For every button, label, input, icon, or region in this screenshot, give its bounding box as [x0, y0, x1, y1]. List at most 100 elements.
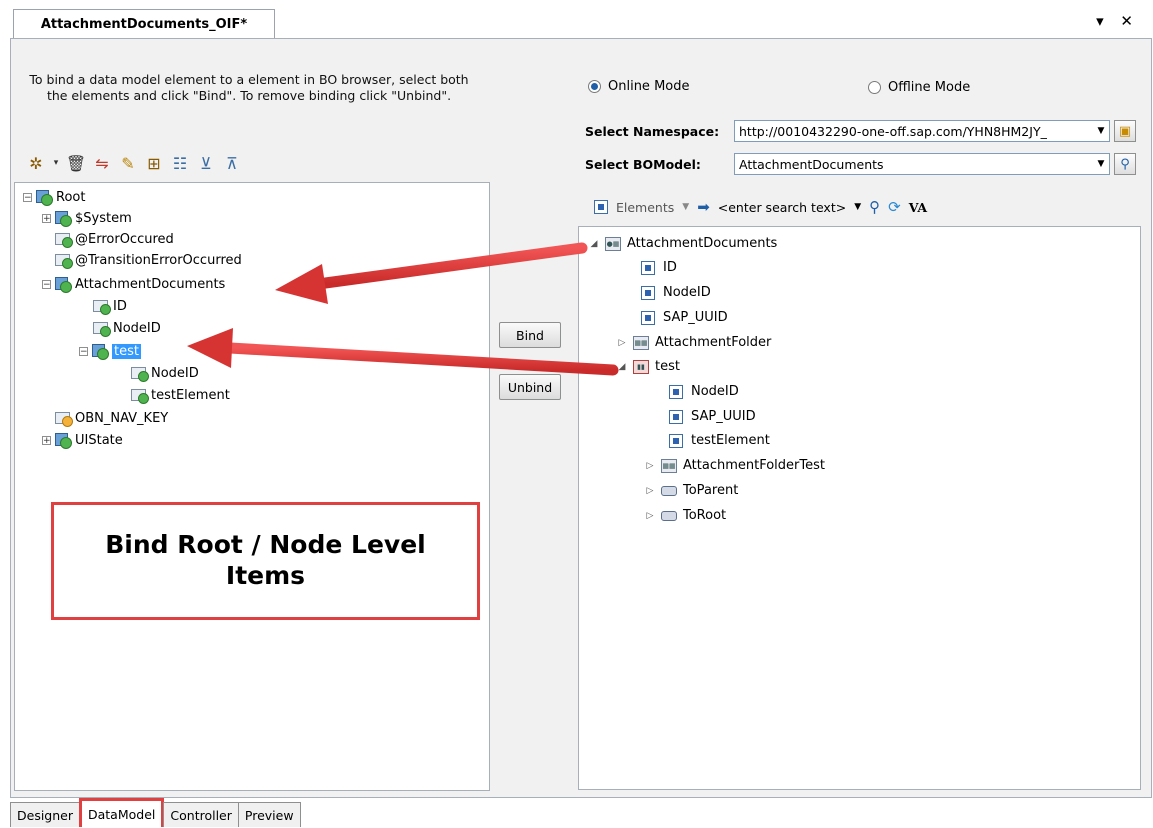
element-icon [641, 310, 655, 325]
tab-preview[interactable]: Preview [237, 802, 301, 827]
element-icon [669, 433, 683, 448]
tree-node-attachment-documents[interactable]: − AttachmentDocuments [42, 276, 225, 293]
namespace-select[interactable]: http://0010432290-one-off.sap.com/YHN8HM… [734, 120, 1110, 142]
expand-toggle[interactable]: + [42, 213, 51, 223]
tab-designer[interactable]: Designer [10, 802, 80, 827]
namespace-browse-icon: ▣ [1118, 123, 1132, 139]
search-icon: ⚲ [1120, 156, 1130, 172]
new-icon[interactable]: ✲ [26, 153, 46, 173]
bo-node-test[interactable]: ◢ ▮▮ test [617, 359, 680, 374]
window-controls[interactable]: ▾ ✕ [1096, 12, 1139, 30]
tree-node-system[interactable]: + $System [42, 210, 132, 227]
bomodel-select[interactable]: AttachmentDocuments ▼ [734, 153, 1110, 175]
tree-node-node-id[interactable]: NodeID [93, 320, 161, 337]
tab-datamodel[interactable]: DataModel [79, 798, 165, 827]
bo-browser-toolbar: Elements ▼ ➡ <enter search text> ▼ ⚲ ⟳ V… [580, 188, 1140, 226]
field-icon [55, 410, 73, 427]
tree-node-transition-error[interactable]: @TransitionErrorOccurred [55, 252, 242, 269]
elements-filter[interactable]: Elements [616, 200, 674, 215]
collapse-all-icon[interactable]: ⊼ [222, 153, 242, 173]
field-icon [131, 365, 149, 382]
selected-node-label: test [112, 343, 141, 359]
radio-selected-indicator [588, 80, 601, 93]
collapse-triangle-icon[interactable]: ◢ [617, 362, 627, 372]
bo-node-test-node-id[interactable]: NodeID [669, 384, 739, 399]
element-icon [669, 409, 683, 424]
bo-node-attachment-folder[interactable]: ▷ ▦▦ AttachmentFolder [617, 335, 772, 350]
chevron-down-icon[interactable]: ▼ [682, 202, 689, 212]
node-icon [55, 432, 72, 449]
hierarchy-icon[interactable]: ☷ [170, 153, 190, 173]
tree-node-obn-nav-key[interactable]: OBN_NAV_KEY [55, 410, 168, 427]
dropdown-arrow-icon[interactable]: ▾ [52, 153, 60, 173]
online-mode-radio[interactable]: Online Mode [588, 79, 690, 94]
tree-node-test-node-id[interactable]: NodeID [131, 365, 199, 382]
expand-triangle-icon[interactable]: ▷ [645, 511, 655, 521]
va-button[interactable]: VA [909, 200, 927, 215]
offline-mode-radio[interactable]: Offline Mode [868, 80, 970, 95]
search-text-input[interactable]: <enter search text> [718, 200, 846, 215]
element-icon [669, 384, 683, 399]
collapse-triangle-icon[interactable]: ◢ [589, 239, 599, 249]
expand-toggle[interactable]: + [42, 435, 51, 445]
callout-line-1: Bind Root / Node Level [105, 530, 426, 559]
expand-triangle-icon[interactable]: ▷ [645, 486, 655, 496]
field-icon [55, 231, 73, 248]
field-icon [93, 298, 111, 315]
bottom-tab-bar: Designer DataModel Controller Preview [10, 798, 301, 827]
namespace-label: Select Namespace: [585, 124, 720, 139]
node-icon [92, 343, 109, 360]
data-model-toolbar: ✲ ▾ 🗑 ⇋ ✎ ⊞ ☷ ⊻ ⊼ [14, 146, 490, 180]
structure-icon[interactable]: ⊞ [144, 153, 164, 173]
bo-node-id[interactable]: ID [641, 260, 677, 275]
bind-button[interactable]: Bind [499, 322, 561, 348]
tree-node-error-occurred[interactable]: @ErrorOccured [55, 231, 174, 248]
bo-node-attachment-documents[interactable]: ◢ ●▦ AttachmentDocuments [589, 236, 778, 251]
bomodel-search-button[interactable]: ⚲ [1114, 153, 1136, 175]
edit-icon[interactable]: ✎ [118, 153, 138, 173]
collapse-toggle[interactable]: − [79, 346, 88, 356]
tree-node-root[interactable]: − Root [23, 189, 85, 206]
tree-node-test[interactable]: − test [79, 343, 141, 360]
arrow-right-icon: ➡ [697, 198, 710, 216]
node-structure-icon: ▮▮ [633, 359, 649, 374]
delete-icon[interactable]: 🗑 [66, 153, 86, 173]
elements-icon [594, 200, 608, 214]
radio-indicator [868, 81, 881, 94]
callout-line-2: Items [225, 561, 306, 590]
bo-node-test-element[interactable]: testElement [669, 433, 770, 448]
tree-node-id[interactable]: ID [93, 298, 127, 315]
bo-node-sap-uuid[interactable]: SAP_UUID [641, 310, 728, 325]
tab-controller[interactable]: Controller [163, 802, 239, 827]
tree-node-test-element[interactable]: testElement [131, 387, 230, 404]
bo-node-to-parent[interactable]: ▷ ToParent [645, 483, 739, 498]
chevron-down-icon[interactable]: ▼ [1093, 159, 1109, 169]
association-icon: ▦▦ [633, 335, 649, 350]
bind-icon[interactable]: ⇋ [92, 153, 112, 173]
collapse-toggle[interactable]: − [23, 192, 32, 202]
chevron-down-icon[interactable]: ▼ [854, 202, 861, 212]
expand-triangle-icon[interactable]: ▷ [645, 461, 655, 471]
namespace-browse-button[interactable]: ▣ [1114, 120, 1136, 142]
node-icon [55, 210, 72, 227]
element-icon [641, 260, 655, 275]
chevron-down-icon[interactable]: ▼ [1093, 126, 1109, 136]
field-icon [131, 387, 149, 404]
expand-all-icon[interactable]: ⊻ [196, 153, 216, 173]
expand-triangle-icon[interactable]: ▷ [617, 338, 627, 348]
bo-node-test-sap-uuid[interactable]: SAP_UUID [669, 409, 756, 424]
document-tab[interactable]: AttachmentDocuments_OIF* [13, 9, 275, 39]
bo-browser-tree: ◢ ●▦ AttachmentDocuments ID NodeID SAP_U… [578, 226, 1141, 790]
unbind-button[interactable]: Unbind [499, 374, 561, 400]
tree-node-ui-state[interactable]: + UIState [42, 432, 123, 449]
bo-node-to-root[interactable]: ▷ ToRoot [645, 508, 727, 523]
element-icon [641, 285, 655, 300]
bo-node-attachment-folder-test[interactable]: ▷ ▦▦ AttachmentFolderTest [645, 458, 825, 473]
field-icon [93, 320, 111, 337]
bo-node-node-id[interactable]: NodeID [641, 285, 711, 300]
link-icon [661, 485, 677, 496]
collapse-toggle[interactable]: − [42, 279, 51, 289]
refresh-icon[interactable]: ⟳ [888, 198, 901, 216]
document-tab-title: AttachmentDocuments_OIF* [40, 17, 248, 32]
search-icon[interactable]: ⚲ [869, 198, 880, 216]
